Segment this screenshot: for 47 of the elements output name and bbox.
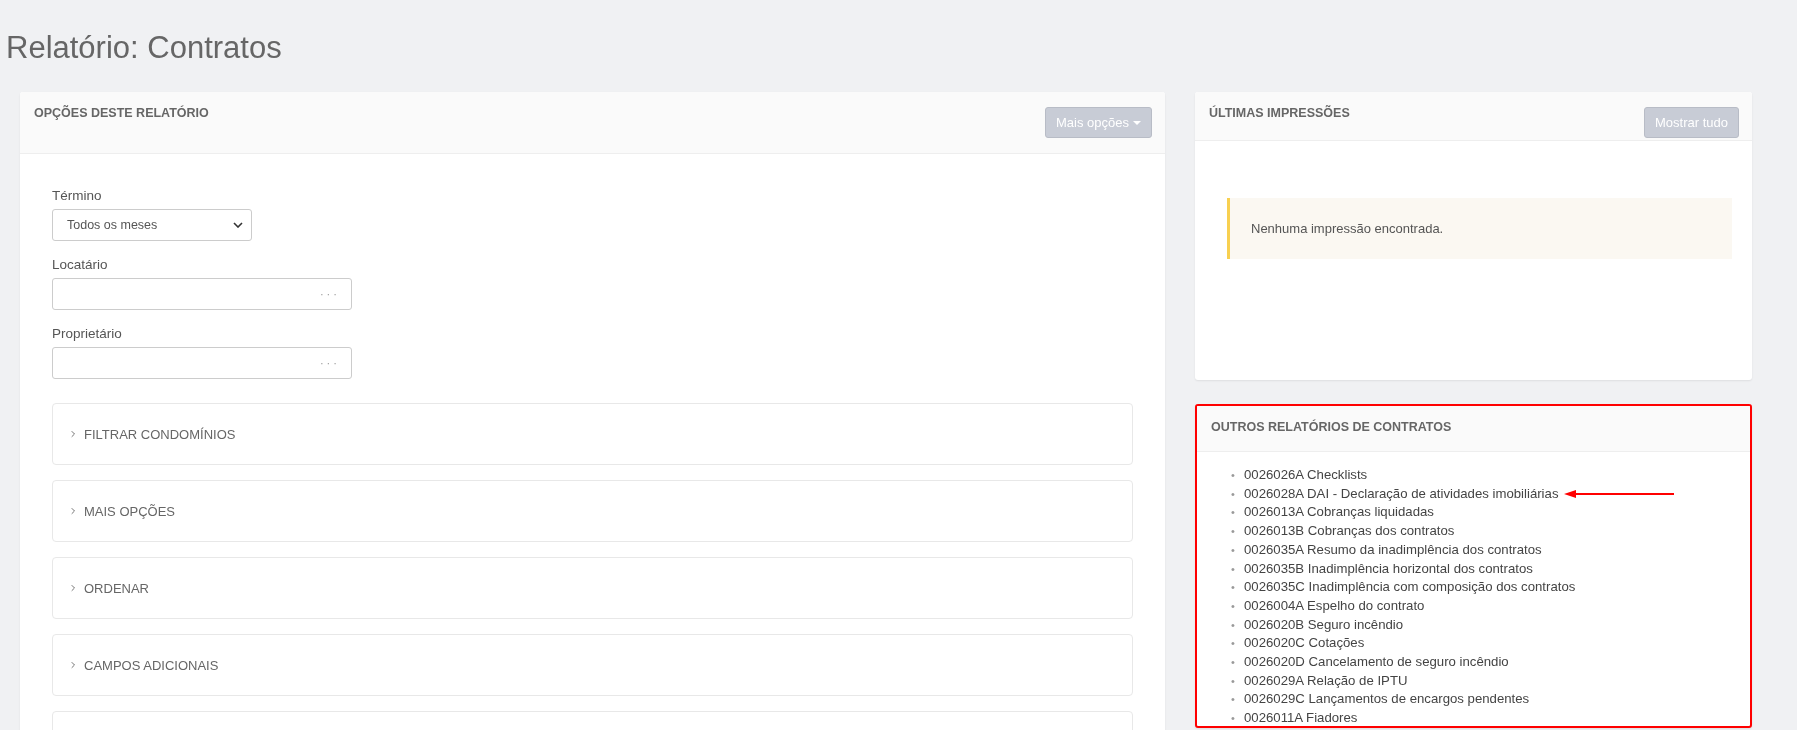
bullet: • bbox=[1231, 692, 1236, 708]
bullet: • bbox=[1231, 636, 1236, 652]
alert-message: Nenhuma impressão encontrada. bbox=[1251, 221, 1444, 236]
panel-title: OPÇÕES DESTE RELATÓRIO bbox=[34, 106, 209, 120]
report-link[interactable]: 0026004A Espelho do contrato bbox=[1244, 596, 1425, 616]
report-link[interactable]: 0026020D Cancelamento de seguro incêndio bbox=[1244, 653, 1509, 672]
bullet: • bbox=[1231, 524, 1236, 540]
bullet: • bbox=[1231, 580, 1236, 596]
chevron-icon bbox=[71, 506, 78, 516]
bullet: • bbox=[1231, 468, 1236, 483]
bullet: • bbox=[1231, 673, 1236, 689]
report-link[interactable]: 0026026A Checklists bbox=[1244, 466, 1368, 485]
page-title: Relatório: Contratos bbox=[5, 29, 283, 67]
caret-icon bbox=[1133, 120, 1141, 125]
report-link[interactable]: 0026035A Resumo da inadimplência dos contratos bbox=[1244, 540, 1542, 560]
bullet: • bbox=[1231, 711, 1236, 726]
report-link[interactable]: 0026013B Cobranças dos contratos bbox=[1244, 522, 1455, 541]
collapsible-section[interactable]: ORDENAR bbox=[52, 557, 1133, 619]
month-select[interactable]: Todos os meses bbox=[52, 209, 252, 241]
chevron-icon bbox=[71, 429, 78, 439]
collapsible-section[interactable]: MAIS OPÇÕES bbox=[52, 480, 1133, 542]
report-link[interactable]: 0026028A DAI - Declaração de atividades imobiliárias bbox=[1244, 484, 1559, 504]
panel-title: OUTROS RELATÓRIOS DE CONTRATOS bbox=[1211, 420, 1452, 434]
chevron-down-icon bbox=[233, 222, 243, 228]
bullet: • bbox=[1231, 561, 1236, 577]
report-link[interactable]: 0026029C Lançamentos de encargos pendentes bbox=[1244, 690, 1530, 710]
chevron-icon bbox=[71, 583, 78, 593]
report-link[interactable]: 0026029A Relação de IPTU bbox=[1244, 671, 1408, 691]
field-label: Proprietário bbox=[52, 326, 123, 341]
field-label: Término bbox=[52, 188, 103, 203]
report-link[interactable]: 0026020B Seguro incêndio bbox=[1244, 615, 1404, 635]
report-link[interactable]: 0026013A Cobranças liquidadas bbox=[1244, 503, 1434, 523]
panel-title: ÚLTIMAS IMPRESSÕES bbox=[1209, 106, 1350, 120]
field-label: Locatário bbox=[52, 257, 109, 272]
report-link[interactable]: 0026020C Cotações bbox=[1244, 634, 1365, 654]
bullet: • bbox=[1231, 505, 1236, 521]
bullet: • bbox=[1231, 617, 1236, 633]
collapsible-section[interactable]: CAMPOS ADICIONAIS bbox=[52, 634, 1133, 696]
bullet: • bbox=[1231, 542, 1236, 558]
chevron-icon bbox=[71, 660, 78, 670]
report-link[interactable]: 0026011A Fiadores bbox=[1244, 709, 1358, 726]
bullet: • bbox=[1231, 486, 1236, 502]
report-link[interactable]: 0026035B Inadimplência horizontal dos contratos bbox=[1244, 559, 1533, 579]
bullet: • bbox=[1231, 598, 1236, 614]
collapsible-section[interactable]: FILTRAR CONDOMÍNIOS bbox=[52, 403, 1133, 465]
bullet: • bbox=[1231, 655, 1236, 671]
report-link[interactable]: 0026035C Inadimplência com composição dos contratos bbox=[1244, 578, 1576, 597]
